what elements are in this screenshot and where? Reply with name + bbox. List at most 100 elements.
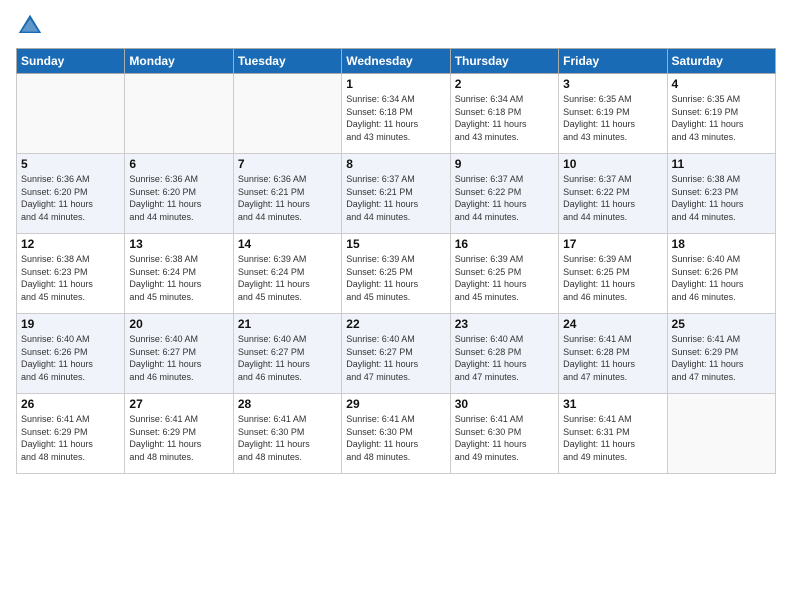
day-number: 16: [455, 237, 554, 251]
day-info: Sunrise: 6:38 AM Sunset: 6:23 PM Dayligh…: [672, 173, 771, 223]
calendar-cell: 24 Sunrise: 6:41 AM Sunset: 6:28 PM Dayli…: [559, 314, 667, 394]
day-number: 13: [129, 237, 228, 251]
calendar-cell: 29 Sunrise: 6:41 AM Sunset: 6:30 PM Dayli…: [342, 394, 450, 474]
day-info: Sunrise: 6:39 AM Sunset: 6:25 PM Dayligh…: [455, 253, 554, 303]
day-number: 15: [346, 237, 445, 251]
day-info: Sunrise: 6:34 AM Sunset: 6:18 PM Dayligh…: [346, 93, 445, 143]
day-number: 7: [238, 157, 337, 171]
day-number: 26: [21, 397, 120, 411]
day-info: Sunrise: 6:37 AM Sunset: 6:21 PM Dayligh…: [346, 173, 445, 223]
day-info: Sunrise: 6:34 AM Sunset: 6:18 PM Dayligh…: [455, 93, 554, 143]
day-number: 19: [21, 317, 120, 331]
day-info: Sunrise: 6:37 AM Sunset: 6:22 PM Dayligh…: [563, 173, 662, 223]
calendar-cell: 15 Sunrise: 6:39 AM Sunset: 6:25 PM Dayli…: [342, 234, 450, 314]
calendar-cell: 31 Sunrise: 6:41 AM Sunset: 6:31 PM Dayli…: [559, 394, 667, 474]
day-info: Sunrise: 6:41 AM Sunset: 6:29 PM Dayligh…: [672, 333, 771, 383]
day-number: 23: [455, 317, 554, 331]
day-info: Sunrise: 6:40 AM Sunset: 6:27 PM Dayligh…: [238, 333, 337, 383]
weekday-header: Saturday: [667, 49, 775, 74]
day-info: Sunrise: 6:36 AM Sunset: 6:21 PM Dayligh…: [238, 173, 337, 223]
calendar-week-row: 19 Sunrise: 6:40 AM Sunset: 6:26 PM Dayli…: [17, 314, 776, 394]
day-number: 21: [238, 317, 337, 331]
day-number: 11: [672, 157, 771, 171]
day-info: Sunrise: 6:40 AM Sunset: 6:26 PM Dayligh…: [21, 333, 120, 383]
weekday-header: Friday: [559, 49, 667, 74]
calendar-cell: 23 Sunrise: 6:40 AM Sunset: 6:28 PM Dayli…: [450, 314, 558, 394]
day-info: Sunrise: 6:41 AM Sunset: 6:30 PM Dayligh…: [455, 413, 554, 463]
day-number: 30: [455, 397, 554, 411]
day-info: Sunrise: 6:41 AM Sunset: 6:31 PM Dayligh…: [563, 413, 662, 463]
day-number: 3: [563, 77, 662, 91]
day-info: Sunrise: 6:38 AM Sunset: 6:23 PM Dayligh…: [21, 253, 120, 303]
weekday-header: Monday: [125, 49, 233, 74]
calendar-week-row: 1 Sunrise: 6:34 AM Sunset: 6:18 PM Daylig…: [17, 74, 776, 154]
calendar-cell: 5 Sunrise: 6:36 AM Sunset: 6:20 PM Daylig…: [17, 154, 125, 234]
day-number: 18: [672, 237, 771, 251]
day-number: 5: [21, 157, 120, 171]
day-number: 27: [129, 397, 228, 411]
day-info: Sunrise: 6:40 AM Sunset: 6:27 PM Dayligh…: [346, 333, 445, 383]
weekday-header: Tuesday: [233, 49, 341, 74]
calendar-cell: 12Sunrise: 6:38 AM Sunset: 6:23 PM Dayli…: [17, 234, 125, 314]
calendar-cell: 27 Sunrise: 6:41 AM Sunset: 6:29 PM Dayli…: [125, 394, 233, 474]
calendar-cell: 30 Sunrise: 6:41 AM Sunset: 6:30 PM Dayli…: [450, 394, 558, 474]
calendar-cell: 17Sunrise: 6:39 AM Sunset: 6:25 PM Dayli…: [559, 234, 667, 314]
day-number: 31: [563, 397, 662, 411]
day-info: Sunrise: 6:35 AM Sunset: 6:19 PM Dayligh…: [563, 93, 662, 143]
calendar-cell: 14Sunrise: 6:39 AM Sunset: 6:24 PM Dayli…: [233, 234, 341, 314]
day-info: Sunrise: 6:40 AM Sunset: 6:27 PM Dayligh…: [129, 333, 228, 383]
day-number: 14: [238, 237, 337, 251]
calendar-cell: 25 Sunrise: 6:41 AM Sunset: 6:29 PM Dayli…: [667, 314, 775, 394]
calendar-cell: 1 Sunrise: 6:34 AM Sunset: 6:18 PM Daylig…: [342, 74, 450, 154]
weekday-header: Wednesday: [342, 49, 450, 74]
day-info: Sunrise: 6:35 AM Sunset: 6:19 PM Dayligh…: [672, 93, 771, 143]
day-info: Sunrise: 6:41 AM Sunset: 6:29 PM Dayligh…: [21, 413, 120, 463]
day-number: 25: [672, 317, 771, 331]
calendar-cell: 11 Sunrise: 6:38 AM Sunset: 6:23 PM Dayli…: [667, 154, 775, 234]
day-info: Sunrise: 6:41 AM Sunset: 6:30 PM Dayligh…: [346, 413, 445, 463]
calendar-cell: 9Sunrise: 6:37 AM Sunset: 6:22 PM Daylig…: [450, 154, 558, 234]
calendar-cell: 26 Sunrise: 6:41 AM Sunset: 6:29 PM Dayli…: [17, 394, 125, 474]
day-info: Sunrise: 6:41 AM Sunset: 6:28 PM Dayligh…: [563, 333, 662, 383]
day-number: 24: [563, 317, 662, 331]
calendar-cell: 21 Sunrise: 6:40 AM Sunset: 6:27 PM Dayli…: [233, 314, 341, 394]
day-info: Sunrise: 6:41 AM Sunset: 6:29 PM Dayligh…: [129, 413, 228, 463]
calendar-cell: 16 Sunrise: 6:39 AM Sunset: 6:25 PM Dayli…: [450, 234, 558, 314]
day-number: 2: [455, 77, 554, 91]
day-info: Sunrise: 6:41 AM Sunset: 6:30 PM Dayligh…: [238, 413, 337, 463]
calendar-cell: 7 Sunrise: 6:36 AM Sunset: 6:21 PM Daylig…: [233, 154, 341, 234]
calendar-table: SundayMondayTuesdayWednesdayThursdayFrid…: [16, 48, 776, 474]
day-number: 1: [346, 77, 445, 91]
day-number: 29: [346, 397, 445, 411]
day-info: Sunrise: 6:36 AM Sunset: 6:20 PM Dayligh…: [129, 173, 228, 223]
header: [16, 12, 776, 40]
day-info: Sunrise: 6:40 AM Sunset: 6:28 PM Dayligh…: [455, 333, 554, 383]
logo: [16, 12, 48, 40]
day-number: 28: [238, 397, 337, 411]
calendar-cell: 20 Sunrise: 6:40 AM Sunset: 6:27 PM Dayli…: [125, 314, 233, 394]
calendar-cell: 19 Sunrise: 6:40 AM Sunset: 6:26 PM Dayli…: [17, 314, 125, 394]
calendar-cell: 28 Sunrise: 6:41 AM Sunset: 6:30 PM Dayli…: [233, 394, 341, 474]
calendar-week-row: 26 Sunrise: 6:41 AM Sunset: 6:29 PM Dayli…: [17, 394, 776, 474]
day-info: Sunrise: 6:38 AM Sunset: 6:24 PM Dayligh…: [129, 253, 228, 303]
day-info: Sunrise: 6:37 AM Sunset: 6:22 PM Dayligh…: [455, 173, 554, 223]
day-number: 22: [346, 317, 445, 331]
calendar-cell: 2 Sunrise: 6:34 AM Sunset: 6:18 PM Daylig…: [450, 74, 558, 154]
day-number: 20: [129, 317, 228, 331]
calendar-cell: 4 Sunrise: 6:35 AM Sunset: 6:19 PM Daylig…: [667, 74, 775, 154]
day-number: 17: [563, 237, 662, 251]
day-info: Sunrise: 6:36 AM Sunset: 6:20 PM Dayligh…: [21, 173, 120, 223]
calendar-cell: [667, 394, 775, 474]
calendar-cell: 8Sunrise: 6:37 AM Sunset: 6:21 PM Daylig…: [342, 154, 450, 234]
weekday-header-row: SundayMondayTuesdayWednesdayThursdayFrid…: [17, 49, 776, 74]
calendar-cell: 3 Sunrise: 6:35 AM Sunset: 6:19 PM Daylig…: [559, 74, 667, 154]
day-number: 4: [672, 77, 771, 91]
calendar-cell: 13 Sunrise: 6:38 AM Sunset: 6:24 PM Dayli…: [125, 234, 233, 314]
calendar-week-row: 12Sunrise: 6:38 AM Sunset: 6:23 PM Dayli…: [17, 234, 776, 314]
weekday-header: Thursday: [450, 49, 558, 74]
day-info: Sunrise: 6:39 AM Sunset: 6:25 PM Dayligh…: [346, 253, 445, 303]
weekday-header: Sunday: [17, 49, 125, 74]
calendar-cell: 6 Sunrise: 6:36 AM Sunset: 6:20 PM Daylig…: [125, 154, 233, 234]
day-number: 6: [129, 157, 228, 171]
calendar-cell: [125, 74, 233, 154]
